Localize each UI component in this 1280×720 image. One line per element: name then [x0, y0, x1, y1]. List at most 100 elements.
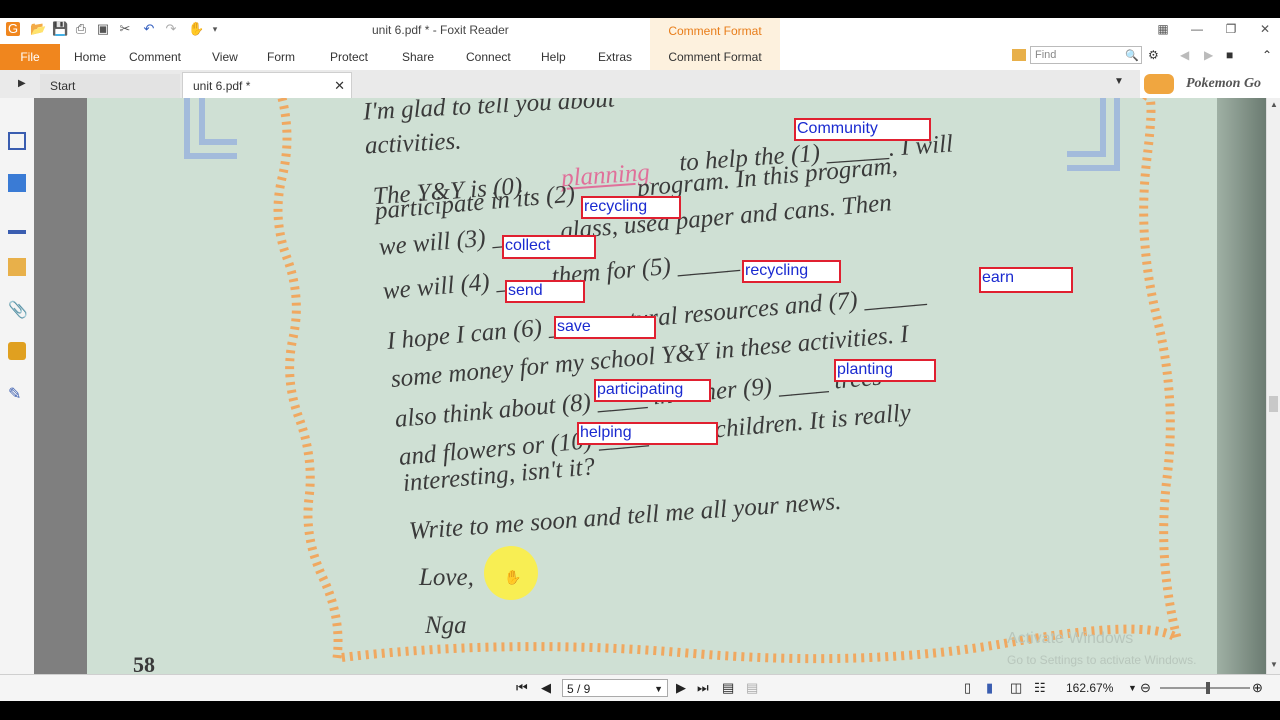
text-line: Love,	[419, 564, 474, 591]
close-tab-icon[interactable]: ✕	[334, 73, 345, 99]
previous-page-icon[interactable]: ◀	[541, 680, 551, 696]
scroll-thumb[interactable]	[1269, 396, 1278, 412]
hand-cursor-icon: ✋	[504, 569, 522, 585]
single-page-icon[interactable]: ▯	[964, 680, 971, 696]
tab-connect[interactable]: Connect	[466, 50, 511, 64]
window-title: unit 6.pdf * - Foxit Reader	[372, 23, 509, 37]
zoom-out-icon[interactable]: ⊖	[1140, 680, 1151, 696]
comments-icon[interactable]	[8, 258, 26, 276]
restore-button[interactable]: ❐	[1222, 22, 1240, 38]
print-icon[interactable]: ⎙	[74, 22, 88, 36]
tab-document[interactable]: unit 6.pdf * ✕	[182, 72, 352, 98]
tab-comment-format[interactable]: Comment Format	[650, 44, 780, 70]
navigation-panel: 📎 ✎	[0, 98, 35, 674]
page-number-field[interactable]: 5 / 9 ▼	[562, 679, 668, 697]
tab-view[interactable]: View	[212, 50, 238, 64]
text-line: Write to me soon and tell me all your ne…	[408, 487, 843, 545]
collapse-ribbon-icon[interactable]: ⌃	[1262, 48, 1272, 62]
annotation-box-1[interactable]: Community	[794, 118, 931, 141]
bookmarks-icon[interactable]	[8, 132, 26, 150]
annotation-box-10[interactable]: helping	[577, 422, 718, 445]
customize-dropdown-icon[interactable]: ▾	[208, 22, 222, 36]
zoom-level[interactable]: 162.67%	[1066, 681, 1113, 695]
page-number: 58	[133, 652, 155, 674]
annotation-box-3[interactable]: collect	[502, 235, 596, 259]
document-viewer[interactable]: I'm glad to tell you about activities. T…	[34, 98, 1266, 674]
hand-tool-icon[interactable]: ✋	[188, 22, 204, 36]
scroll-up-icon[interactable]: ▲	[1270, 100, 1278, 109]
continuous-facing-icon[interactable]: ☷	[1034, 680, 1046, 696]
search-icon[interactable]: 🔍	[1125, 48, 1139, 64]
text-line: Nga	[425, 612, 467, 639]
tab-home[interactable]: Home	[74, 50, 106, 64]
save-icon[interactable]: 💾	[52, 22, 68, 36]
folder-search-icon[interactable]	[1012, 49, 1026, 61]
pdf-page[interactable]: I'm glad to tell you about activities. T…	[87, 98, 1266, 674]
settings-gear-icon[interactable]: ⚙	[1148, 48, 1159, 62]
page-indicator: 5 / 9	[567, 682, 591, 696]
back-icon[interactable]: ◀	[1180, 48, 1189, 62]
annotation-box-8[interactable]: participating	[594, 379, 711, 402]
annotation-box-7[interactable]: save	[554, 316, 656, 339]
nav-expand-icon[interactable]: ▶	[18, 78, 26, 89]
text-line: activities.	[364, 127, 463, 160]
activation-watermark-title: Activate Windows	[1007, 630, 1134, 647]
text-line: I'm glad to tell you about	[362, 98, 616, 126]
status-bar: ⏮ ◀ 5 / 9 ▼ ▶ ⏭ ▤ ▤ ▯ ▮ ◫ ☷ 162.67% ▼ ⊖ …	[0, 674, 1280, 701]
annotation-box-2[interactable]: recycling	[581, 196, 681, 219]
annotation-box-9[interactable]: planting	[834, 359, 936, 382]
zoom-slider[interactable]	[1160, 687, 1250, 689]
user-icon[interactable]: ■	[1226, 48, 1233, 62]
minimize-button[interactable]: —	[1188, 22, 1206, 38]
app-logo-icon[interactable]: G	[6, 22, 20, 36]
document-tab-strip: ▶ Start unit 6.pdf * ✕ ▼ Pokemon Go	[0, 70, 1280, 99]
previous-view-icon[interactable]: ▤	[722, 680, 734, 696]
ad-banner[interactable]: Pokemon Go	[1140, 70, 1280, 98]
open-icon[interactable]: 📂	[30, 22, 46, 36]
tab-share[interactable]: Share	[402, 50, 434, 64]
find-input[interactable]: Find 🔍	[1030, 46, 1142, 64]
pages-icon[interactable]	[8, 174, 26, 192]
title-bar: G 📂 💾 ⎙ ▣ ✂ ↶ ↷ ✋ ▾ unit 6.pdf * - Foxit…	[0, 18, 1280, 44]
tab-list-dropdown-icon[interactable]: ▼	[1114, 76, 1124, 87]
activation-watermark-text: Go to Settings to activate Windows.	[1007, 653, 1197, 667]
redo-icon[interactable]: ↷	[164, 22, 178, 36]
page-gutter-shadow	[1217, 98, 1266, 674]
snapshot-icon[interactable]: ✂	[118, 22, 132, 36]
undo-icon[interactable]: ↶	[142, 22, 156, 36]
security-lock-icon[interactable]	[8, 342, 26, 360]
close-button[interactable]: ✕	[1256, 22, 1274, 38]
tab-extras[interactable]: Extras	[598, 50, 632, 64]
file-tab[interactable]: File	[0, 44, 60, 70]
document-tab-label: unit 6.pdf *	[193, 79, 251, 93]
ad-text: Pokemon Go	[1186, 76, 1262, 91]
facing-page-icon[interactable]: ◫	[1010, 680, 1022, 696]
pikachu-icon	[1144, 74, 1174, 94]
annotation-box-6[interactable]: earn	[979, 267, 1073, 293]
scroll-down-icon[interactable]: ▼	[1270, 660, 1278, 669]
first-page-icon[interactable]: ⏮	[516, 680, 528, 696]
tab-form[interactable]: Form	[267, 50, 295, 64]
vertical-scrollbar[interactable]: ▲ ▼	[1266, 98, 1280, 674]
tab-protect[interactable]: Protect	[330, 50, 368, 64]
next-page-icon[interactable]: ▶	[676, 680, 686, 696]
tab-help[interactable]: Help	[541, 50, 566, 64]
continuous-page-icon[interactable]: ▮	[986, 680, 993, 696]
zoom-dropdown-icon[interactable]: ▼	[1128, 683, 1137, 693]
annotation-box-5[interactable]: recycling	[742, 260, 841, 283]
context-tab-header: Comment Format	[650, 18, 780, 44]
annotation-box-4[interactable]: send	[505, 280, 585, 303]
next-view-icon[interactable]: ▤	[746, 680, 758, 696]
layers-icon[interactable]	[8, 216, 26, 234]
forward-icon[interactable]: ▶	[1204, 48, 1213, 62]
ribbon-options-icon[interactable]: ▦	[1154, 22, 1172, 38]
tab-comment[interactable]: Comment	[129, 50, 181, 64]
tab-start[interactable]: Start	[40, 74, 180, 98]
properties-icon[interactable]: ▣	[96, 22, 110, 36]
zoom-in-icon[interactable]: ⊕	[1252, 680, 1263, 696]
attachments-icon[interactable]: 📎	[8, 300, 28, 319]
last-page-icon[interactable]: ⏭	[697, 680, 709, 696]
zoom-slider-thumb[interactable]	[1206, 682, 1210, 694]
signature-pen-icon[interactable]: ✎	[8, 384, 26, 403]
page-dropdown-icon[interactable]: ▼	[654, 680, 663, 698]
